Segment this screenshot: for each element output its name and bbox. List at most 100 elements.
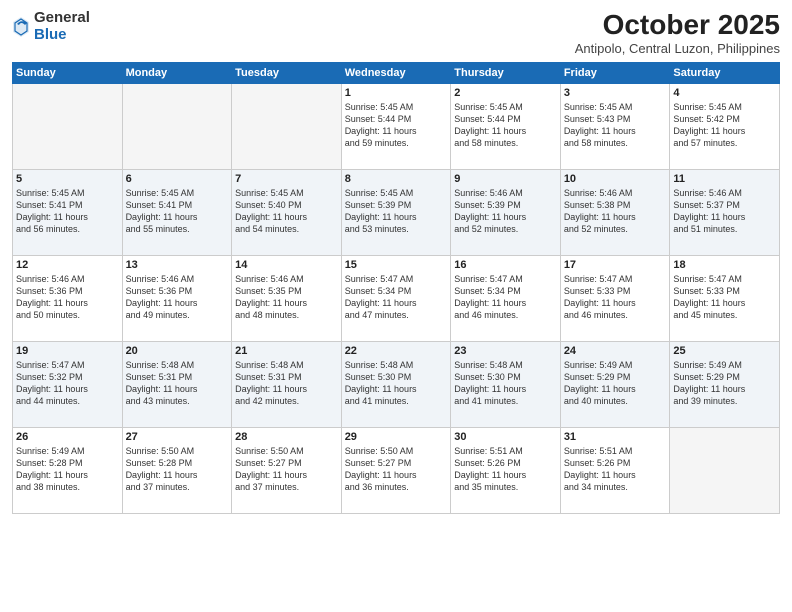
day-number: 15 — [345, 259, 448, 271]
day-info: Sunrise: 5:48 AM Sunset: 5:31 PM Dayligh… — [126, 359, 229, 408]
day-number: 26 — [16, 431, 119, 443]
day-number: 30 — [454, 431, 557, 443]
logo-text: General Blue — [34, 10, 90, 43]
day-number: 16 — [454, 259, 557, 271]
day-info: Sunrise: 5:47 AM Sunset: 5:32 PM Dayligh… — [16, 359, 119, 408]
calendar-day-cell: 7 Sunrise: 5:45 AM Sunset: 5:40 PM Daylig… — [232, 169, 342, 255]
calendar-day-cell: 15 Sunrise: 5:47 AM Sunset: 5:34 PM Dayli… — [341, 255, 451, 341]
calendar-day-cell: 28 Sunrise: 5:50 AM Sunset: 5:27 PM Dayli… — [232, 427, 342, 513]
day-number: 28 — [235, 431, 338, 443]
weekday-header: Tuesday — [232, 62, 342, 83]
day-info: Sunrise: 5:47 AM Sunset: 5:33 PM Dayligh… — [673, 273, 776, 322]
day-number: 31 — [564, 431, 667, 443]
calendar-day-cell — [13, 83, 123, 169]
location: Antipolo, Central Luzon, Philippines — [575, 41, 780, 56]
calendar-day-cell: 6Sunrise: 5:45 AM Sunset: 5:41 PM Daylig… — [122, 169, 232, 255]
day-number: 1 — [345, 87, 448, 99]
calendar-day-cell: 29 Sunrise: 5:50 AM Sunset: 5:27 PM Dayli… — [341, 427, 451, 513]
day-number: 27 — [126, 431, 229, 443]
day-info: Sunrise: 5:45 AM Sunset: 5:44 PM Dayligh… — [345, 101, 448, 150]
calendar-day-cell: 19Sunrise: 5:47 AM Sunset: 5:32 PM Dayli… — [13, 341, 123, 427]
day-info: Sunrise: 5:45 AM Sunset: 5:40 PM Dayligh… — [235, 187, 338, 236]
day-info: Sunrise: 5:49 AM Sunset: 5:29 PM Dayligh… — [673, 359, 776, 408]
calendar-day-cell: 22 Sunrise: 5:48 AM Sunset: 5:30 PM Dayli… — [341, 341, 451, 427]
weekday-header: Wednesday — [341, 62, 451, 83]
calendar-day-cell: 25 Sunrise: 5:49 AM Sunset: 5:29 PM Dayli… — [670, 341, 780, 427]
day-number: 29 — [345, 431, 448, 443]
day-info: Sunrise: 5:51 AM Sunset: 5:26 PM Dayligh… — [454, 445, 557, 494]
calendar-day-cell: 2Sunrise: 5:45 AM Sunset: 5:44 PM Daylig… — [451, 83, 561, 169]
day-number: 10 — [564, 173, 667, 185]
day-info: Sunrise: 5:50 AM Sunset: 5:28 PM Dayligh… — [126, 445, 229, 494]
calendar-week-row: 5Sunrise: 5:45 AM Sunset: 5:41 PM Daylig… — [13, 169, 780, 255]
day-info: Sunrise: 5:49 AM Sunset: 5:28 PM Dayligh… — [16, 445, 119, 494]
calendar-day-cell: 9Sunrise: 5:46 AM Sunset: 5:39 PM Daylig… — [451, 169, 561, 255]
day-number: 25 — [673, 345, 776, 357]
calendar-day-cell: 17 Sunrise: 5:47 AM Sunset: 5:33 PM Dayli… — [560, 255, 670, 341]
logo: General Blue — [12, 10, 90, 43]
day-info: Sunrise: 5:47 AM Sunset: 5:33 PM Dayligh… — [564, 273, 667, 322]
title-block: October 2025 Antipolo, Central Luzon, Ph… — [575, 10, 780, 56]
calendar-container: General Blue October 2025 Antipolo, Cent… — [0, 0, 792, 612]
calendar-day-cell: 27 Sunrise: 5:50 AM Sunset: 5:28 PM Dayli… — [122, 427, 232, 513]
calendar-day-cell: 26 Sunrise: 5:49 AM Sunset: 5:28 PM Dayli… — [13, 427, 123, 513]
calendar-week-row: 12 Sunrise: 5:46 AM Sunset: 5:36 PM Dayli… — [13, 255, 780, 341]
weekday-header: Monday — [122, 62, 232, 83]
header: General Blue October 2025 Antipolo, Cent… — [12, 10, 780, 56]
calendar-day-cell: 24 Sunrise: 5:49 AM Sunset: 5:29 PM Dayli… — [560, 341, 670, 427]
day-number: 8 — [345, 173, 448, 185]
day-info: Sunrise: 5:45 AM Sunset: 5:42 PM Dayligh… — [673, 101, 776, 150]
calendar-day-cell: 1 Sunrise: 5:45 AM Sunset: 5:44 PM Daylig… — [341, 83, 451, 169]
calendar-day-cell: 10 Sunrise: 5:46 AM Sunset: 5:38 PM Dayli… — [560, 169, 670, 255]
day-number: 21 — [235, 345, 338, 357]
day-number: 4 — [673, 87, 776, 99]
day-info: Sunrise: 5:48 AM Sunset: 5:30 PM Dayligh… — [454, 359, 557, 408]
day-number: 11 — [673, 173, 776, 185]
day-info: Sunrise: 5:48 AM Sunset: 5:30 PM Dayligh… — [345, 359, 448, 408]
day-info: Sunrise: 5:47 AM Sunset: 5:34 PM Dayligh… — [345, 273, 448, 322]
calendar-day-cell: 3Sunrise: 5:45 AM Sunset: 5:43 PM Daylig… — [560, 83, 670, 169]
day-info: Sunrise: 5:46 AM Sunset: 5:36 PM Dayligh… — [126, 273, 229, 322]
day-info: Sunrise: 5:46 AM Sunset: 5:36 PM Dayligh… — [16, 273, 119, 322]
calendar-table: SundayMondayTuesdayWednesdayThursdayFrid… — [12, 62, 780, 514]
calendar-day-cell: 31 Sunrise: 5:51 AM Sunset: 5:26 PM Dayli… — [560, 427, 670, 513]
calendar-day-cell — [232, 83, 342, 169]
day-info: Sunrise: 5:46 AM Sunset: 5:37 PM Dayligh… — [673, 187, 776, 236]
day-info: Sunrise: 5:50 AM Sunset: 5:27 PM Dayligh… — [235, 445, 338, 494]
calendar-day-cell: 11 Sunrise: 5:46 AM Sunset: 5:37 PM Dayli… — [670, 169, 780, 255]
day-number: 24 — [564, 345, 667, 357]
calendar-day-cell: 5Sunrise: 5:45 AM Sunset: 5:41 PM Daylig… — [13, 169, 123, 255]
day-info: Sunrise: 5:45 AM Sunset: 5:39 PM Dayligh… — [345, 187, 448, 236]
calendar-day-cell: 23 Sunrise: 5:48 AM Sunset: 5:30 PM Dayli… — [451, 341, 561, 427]
day-info: Sunrise: 5:45 AM Sunset: 5:41 PM Dayligh… — [16, 187, 119, 236]
calendar-day-cell: 20 Sunrise: 5:48 AM Sunset: 5:31 PM Dayli… — [122, 341, 232, 427]
calendar-week-row: 1 Sunrise: 5:45 AM Sunset: 5:44 PM Daylig… — [13, 83, 780, 169]
day-info: Sunrise: 5:48 AM Sunset: 5:31 PM Dayligh… — [235, 359, 338, 408]
calendar-day-cell: 13 Sunrise: 5:46 AM Sunset: 5:36 PM Dayli… — [122, 255, 232, 341]
calendar-day-cell: 21 Sunrise: 5:48 AM Sunset: 5:31 PM Dayli… — [232, 341, 342, 427]
calendar-day-cell: 14 Sunrise: 5:46 AM Sunset: 5:35 PM Dayli… — [232, 255, 342, 341]
calendar-day-cell: 4 Sunrise: 5:45 AM Sunset: 5:42 PM Daylig… — [670, 83, 780, 169]
day-number: 3 — [564, 87, 667, 99]
day-number: 20 — [126, 345, 229, 357]
day-number: 22 — [345, 345, 448, 357]
day-number: 23 — [454, 345, 557, 357]
day-info: Sunrise: 5:49 AM Sunset: 5:29 PM Dayligh… — [564, 359, 667, 408]
day-number: 13 — [126, 259, 229, 271]
day-info: Sunrise: 5:46 AM Sunset: 5:35 PM Dayligh… — [235, 273, 338, 322]
day-number: 17 — [564, 259, 667, 271]
day-info: Sunrise: 5:46 AM Sunset: 5:38 PM Dayligh… — [564, 187, 667, 236]
calendar-day-cell: 16Sunrise: 5:47 AM Sunset: 5:34 PM Dayli… — [451, 255, 561, 341]
day-number: 18 — [673, 259, 776, 271]
weekday-header: Saturday — [670, 62, 780, 83]
calendar-day-cell — [122, 83, 232, 169]
calendar-day-cell: 12 Sunrise: 5:46 AM Sunset: 5:36 PM Dayli… — [13, 255, 123, 341]
day-number: 14 — [235, 259, 338, 271]
calendar-day-cell — [670, 427, 780, 513]
day-number: 7 — [235, 173, 338, 185]
calendar-day-cell: 30 Sunrise: 5:51 AM Sunset: 5:26 PM Dayli… — [451, 427, 561, 513]
day-info: Sunrise: 5:50 AM Sunset: 5:27 PM Dayligh… — [345, 445, 448, 494]
day-number: 2 — [454, 87, 557, 99]
day-info: Sunrise: 5:51 AM Sunset: 5:26 PM Dayligh… — [564, 445, 667, 494]
day-number: 12 — [16, 259, 119, 271]
